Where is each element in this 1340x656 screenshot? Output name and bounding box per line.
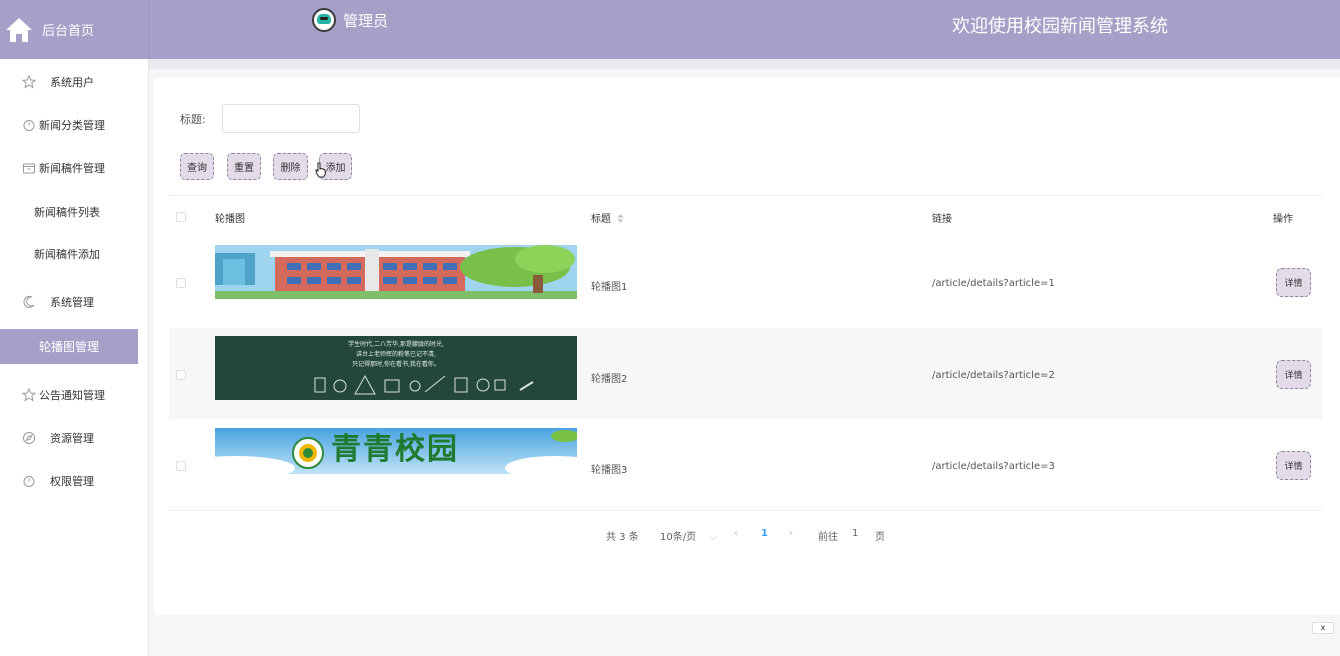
sidebar-item-label: 资源管理 — [50, 432, 94, 445]
column-header-image: 轮播图 — [215, 214, 245, 225]
sidebar-item-label: 轮播图管理 — [38, 340, 99, 354]
column-header-action: 操作 — [1273, 214, 1293, 225]
delete-button[interactable]: 删除 — [273, 153, 308, 180]
sidebar-item-label: 新闻稿件列表 — [34, 206, 100, 219]
page-size-value: 10条/页 — [660, 532, 697, 543]
sidebar-item-announcements[interactable]: 公告通知管理 — [0, 377, 149, 413]
row-title: 轮播图1 — [591, 282, 628, 293]
banner-logo-text: 青青校园 — [331, 432, 459, 467]
row-link: /article/details?article=3 — [932, 461, 1055, 472]
site-title: 欢迎使用校园新闻管理系统 — [952, 16, 1168, 37]
select-all-checkbox[interactable] — [176, 212, 186, 222]
home-link[interactable]: 后台首页 — [0, 0, 149, 59]
sidebar-item-news-category[interactable]: 新闻分类管理 — [0, 107, 149, 143]
sidebar-item-manuscript-list[interactable]: 新闻稿件列表 — [0, 194, 149, 230]
row-title: 轮播图2 — [591, 374, 628, 385]
row-checkbox[interactable] — [176, 370, 186, 380]
row-title: 轮播图3 — [591, 465, 628, 476]
sidebar-item-label: 系统管理 — [50, 296, 94, 309]
row-link: /article/details?article=1 — [932, 278, 1055, 289]
carousel-image-school-building — [215, 245, 577, 299]
banner-line-2: 讲台上老师挥的粉笔已记不清, — [356, 351, 436, 358]
close-button[interactable]: x — [1312, 622, 1334, 634]
column-header-title[interactable]: 标题 — [591, 210, 624, 225]
page-suffix: 页 — [875, 532, 885, 543]
detail-button[interactable]: 详情 — [1276, 451, 1311, 480]
chevron-down-icon: ⌵ — [709, 532, 717, 543]
sidebar-item-permissions[interactable]: 权限管理 — [0, 463, 149, 499]
sidebar-item-system-management[interactable]: 系统管理 — [0, 284, 149, 320]
carousel-image-green-campus: 青青校园 — [215, 428, 577, 474]
sidebar-item-carousel[interactable]: 轮播图管理 — [0, 329, 138, 364]
pagination-total: 共 3 条 — [606, 532, 639, 543]
home-icon — [6, 17, 32, 42]
sidebar-item-system-users[interactable]: 系统用户 — [0, 64, 149, 100]
banner-line-3: 只记得那时,你在看书,我在看你。 — [352, 361, 440, 368]
robot-avatar-icon — [312, 8, 336, 32]
prev-page-icon[interactable]: ‹ — [734, 528, 738, 539]
hand-cursor-icon — [315, 162, 327, 178]
next-page-icon[interactable]: › — [789, 528, 793, 539]
goto-label: 前往 — [818, 532, 838, 543]
moon-icon — [23, 295, 35, 308]
sidebar-item-manuscript-add[interactable]: 新闻稿件添加 — [0, 236, 149, 272]
carousel-image-chalkboard: 学生时代,二八芳华,那是朦胧的时光, 讲台上老师挥的粉笔已记不清, 只记得那时,… — [215, 336, 577, 400]
title-search-label: 标题: — [180, 113, 206, 126]
column-header-link: 链接 — [932, 214, 952, 225]
row-link: /article/details?article=2 — [932, 370, 1055, 381]
compass-icon — [23, 432, 35, 444]
top-header: 后台首页 管理员 欢迎使用校园新闻管理系统 — [0, 0, 1340, 59]
content-top-gap — [149, 59, 1340, 69]
detail-button[interactable]: 详情 — [1276, 360, 1311, 389]
sidebar-item-label: 新闻稿件添加 — [34, 248, 100, 261]
user-info[interactable]: 管理员 — [312, 8, 388, 32]
detail-button[interactable]: 详情 — [1276, 268, 1311, 297]
sidebar-item-news-manuscripts[interactable]: 新闻稿件管理 — [0, 150, 149, 186]
star-icon — [22, 75, 36, 89]
title-search-input[interactable] — [222, 104, 360, 133]
box-icon — [23, 163, 35, 174]
row-checkbox[interactable] — [176, 461, 186, 471]
row-checkbox[interactable] — [176, 278, 186, 288]
page-size-select[interactable]: 10条/页 ⌵ — [660, 528, 717, 543]
page-number-current[interactable]: 1 — [761, 528, 768, 539]
sidebar-item-label: 公告通知管理 — [39, 389, 105, 402]
sidebar-item-label: 权限管理 — [50, 475, 94, 488]
timer-icon — [23, 120, 35, 131]
column-header-title-label: 标题 — [591, 214, 611, 225]
star-icon — [22, 388, 36, 402]
sidebar-item-resources[interactable]: 资源管理 — [0, 420, 149, 456]
sort-icon[interactable] — [617, 214, 624, 223]
query-button[interactable]: 查询 — [180, 153, 214, 180]
reset-button[interactable]: 重置 — [227, 153, 261, 180]
home-label: 后台首页 — [42, 24, 95, 39]
user-name: 管理员 — [343, 11, 389, 30]
sidebar-item-label: 新闻稿件管理 — [39, 162, 105, 175]
goto-page-input[interactable]: 1 — [852, 528, 858, 539]
timer-icon — [23, 476, 35, 487]
sidebar-item-label: 新闻分类管理 — [39, 119, 105, 132]
banner-line-1: 学生时代,二八芳华,那是朦胧的时光, — [348, 341, 444, 348]
sidebar-item-label: 系统用户 — [50, 76, 94, 89]
